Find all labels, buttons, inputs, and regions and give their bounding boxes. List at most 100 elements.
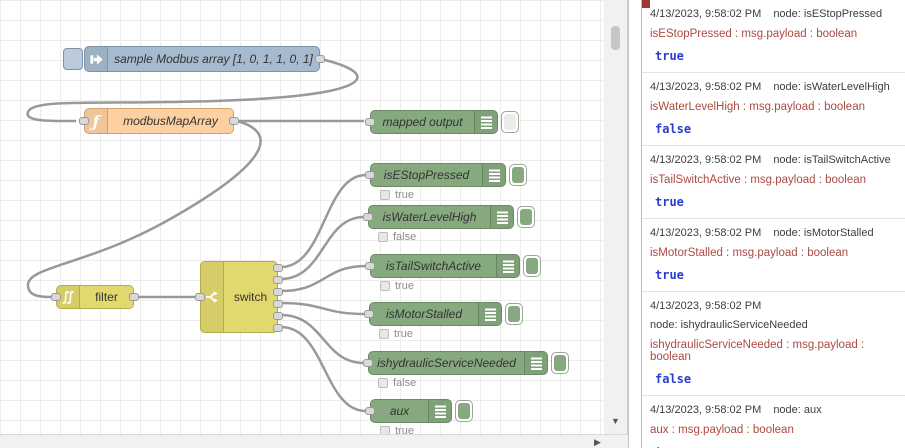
output-port[interactable] xyxy=(315,55,325,63)
debug-property: aux : msg.payload : boolean xyxy=(650,424,794,436)
input-port[interactable] xyxy=(363,359,373,367)
debug-value[interactable]: true xyxy=(655,268,899,282)
debug-message-meta: 4/13/2023, 9:58:02 PM node: ishydraulicS… xyxy=(650,298,899,331)
status-text: true xyxy=(395,280,414,292)
function-node[interactable]: ƒ modbusMapArray xyxy=(79,108,239,134)
debug-source-node: node: isEStopPressed xyxy=(773,8,883,20)
debug-value[interactable]: false xyxy=(655,372,899,386)
node-label: ishydraulicServiceNeeded xyxy=(377,356,516,370)
status-icon xyxy=(378,232,388,242)
debug-node-5[interactable]: ishydraulicServiceNeeded xyxy=(363,351,548,375)
status-text: true xyxy=(394,328,413,340)
debug-node-6[interactable]: aux xyxy=(365,399,452,423)
debug-value[interactable]: true xyxy=(655,195,899,209)
debug-timestamp: 4/13/2023, 9:58:02 PM xyxy=(650,227,762,239)
wire[interactable] xyxy=(280,301,366,316)
debug-list-icon xyxy=(490,206,513,228)
debug-toggle-button[interactable] xyxy=(551,352,569,374)
flow-canvas[interactable]: sample Modbus array [1, 0, 1, 1, 0, 1] ƒ… xyxy=(0,0,604,434)
filter-node[interactable]: ∬ filter xyxy=(51,285,139,309)
node-label: mapped output xyxy=(382,115,463,129)
clipped-debug-message xyxy=(642,0,650,8)
debug-source-node: node: isMotorStalled xyxy=(773,227,874,239)
input-port[interactable] xyxy=(365,262,375,270)
debug-timestamp: 4/13/2023, 9:58:02 PM xyxy=(650,154,762,166)
output-port-4[interactable] xyxy=(273,300,283,308)
input-port[interactable] xyxy=(79,117,89,125)
debug-list-icon xyxy=(524,352,547,374)
node-label: modbusMapArray xyxy=(123,114,218,128)
debug-message: 4/13/2023, 9:58:02 PM node: isEStopPress… xyxy=(642,0,905,73)
output-port-6[interactable] xyxy=(273,324,283,332)
debug-message-meta: 4/13/2023, 9:58:02 PM node: aux xyxy=(650,402,899,416)
debug-source-node: node: isWaterLevelHigh xyxy=(773,81,890,93)
debug-list-icon xyxy=(428,400,451,422)
debug-property: isTailSwitchActive : msg.payload : boole… xyxy=(650,174,867,186)
debug-message-meta: 4/13/2023, 9:58:02 PM node: isMotorStall… xyxy=(650,225,899,239)
debug-list-icon xyxy=(496,255,519,277)
debug-toggle-button[interactable] xyxy=(509,164,527,186)
horizontal-scrollbar[interactable]: ▶ xyxy=(0,434,628,448)
scroll-down-icon[interactable]: ▼ xyxy=(611,417,620,426)
output-port-5[interactable] xyxy=(273,312,283,320)
debug-source-node: node: ishydraulicServiceNeeded xyxy=(650,319,808,331)
debug-source-node: node: aux xyxy=(773,404,822,416)
output-port-2[interactable] xyxy=(273,276,283,284)
inject-arrow-icon xyxy=(85,47,108,71)
wire[interactable] xyxy=(280,313,365,365)
debug-property: isWaterLevelHigh : msg.payload : boolean xyxy=(650,101,865,113)
vertical-scrollbar[interactable]: ▼ xyxy=(604,0,628,434)
output-port-3[interactable] xyxy=(273,288,283,296)
input-port[interactable] xyxy=(364,310,374,318)
debug-property: isMotorStalled : msg.payload : boolean xyxy=(650,247,849,259)
inject-button[interactable] xyxy=(63,48,83,70)
debug-node-2[interactable]: isWaterLevelHigh xyxy=(363,205,514,229)
input-port[interactable] xyxy=(195,293,205,301)
output-port-1[interactable] xyxy=(273,264,283,272)
debug-toggle-button[interactable] xyxy=(455,400,473,422)
input-port[interactable] xyxy=(365,407,375,415)
inject-node[interactable]: sample Modbus array [1, 0, 1, 1, 0, 1] xyxy=(84,46,325,72)
status-text: false xyxy=(393,377,417,389)
vertical-scrollbar-thumb[interactable] xyxy=(611,26,620,50)
debug-node-4[interactable]: isMotorStalled xyxy=(364,302,502,326)
status-icon xyxy=(380,426,390,434)
sidebar-resize-handle[interactable] xyxy=(628,0,642,448)
debug-toggle-button[interactable] xyxy=(505,303,523,325)
node-label: isMotorStalled xyxy=(385,307,463,321)
wire[interactable] xyxy=(280,264,367,293)
node-red-window: sample Modbus array [1, 0, 1, 1, 0, 1] ƒ… xyxy=(0,0,905,448)
scroll-right-icon[interactable]: ▶ xyxy=(594,438,601,447)
output-port[interactable] xyxy=(229,117,239,125)
debug-node-1[interactable]: isEStopPressed xyxy=(365,163,506,187)
node-label: filter xyxy=(95,290,118,304)
debug-toggle-button[interactable] xyxy=(517,206,535,228)
node-status: true xyxy=(379,328,413,340)
status-icon xyxy=(379,329,389,339)
switch-node[interactable]: switch xyxy=(195,261,283,333)
node-label: aux xyxy=(389,404,410,418)
debug-node-3[interactable]: isTailSwitchActive xyxy=(365,254,520,278)
debug-message: 4/13/2023, 9:58:02 PM node: isWaterLevel… xyxy=(642,73,905,146)
debug-toggle-button[interactable] xyxy=(501,111,519,133)
debug-node-mapped-output[interactable]: mapped output xyxy=(365,110,498,134)
debug-source-node: node: isTailSwitchActive xyxy=(773,154,891,166)
output-port[interactable] xyxy=(129,293,139,301)
input-port[interactable] xyxy=(365,171,375,179)
debug-timestamp: 4/13/2023, 9:58:02 PM xyxy=(650,8,762,20)
wire[interactable] xyxy=(280,173,367,269)
input-port[interactable] xyxy=(363,213,373,221)
input-port[interactable] xyxy=(365,118,375,126)
node-status: true xyxy=(380,425,414,434)
debug-sidebar[interactable]: 4/13/2023, 9:58:02 PM node: isEStopPress… xyxy=(642,0,905,448)
debug-message-meta: 4/13/2023, 9:58:02 PM node: isTailSwitch… xyxy=(650,152,899,166)
debug-timestamp: 4/13/2023, 9:58:02 PM xyxy=(650,404,762,416)
debug-value[interactable]: true xyxy=(655,49,899,63)
debug-timestamp: 4/13/2023, 9:58:02 PM xyxy=(650,300,762,312)
input-port[interactable] xyxy=(51,293,61,301)
node-label: isTailSwitchActive xyxy=(386,259,481,273)
debug-message: 4/13/2023, 9:58:02 PM node: isMotorStall… xyxy=(642,219,905,292)
debug-value[interactable]: false xyxy=(655,122,899,136)
debug-toggle-button[interactable] xyxy=(523,255,541,277)
node-label: sample Modbus array [1, 0, 1, 1, 0, 1] xyxy=(114,52,313,66)
